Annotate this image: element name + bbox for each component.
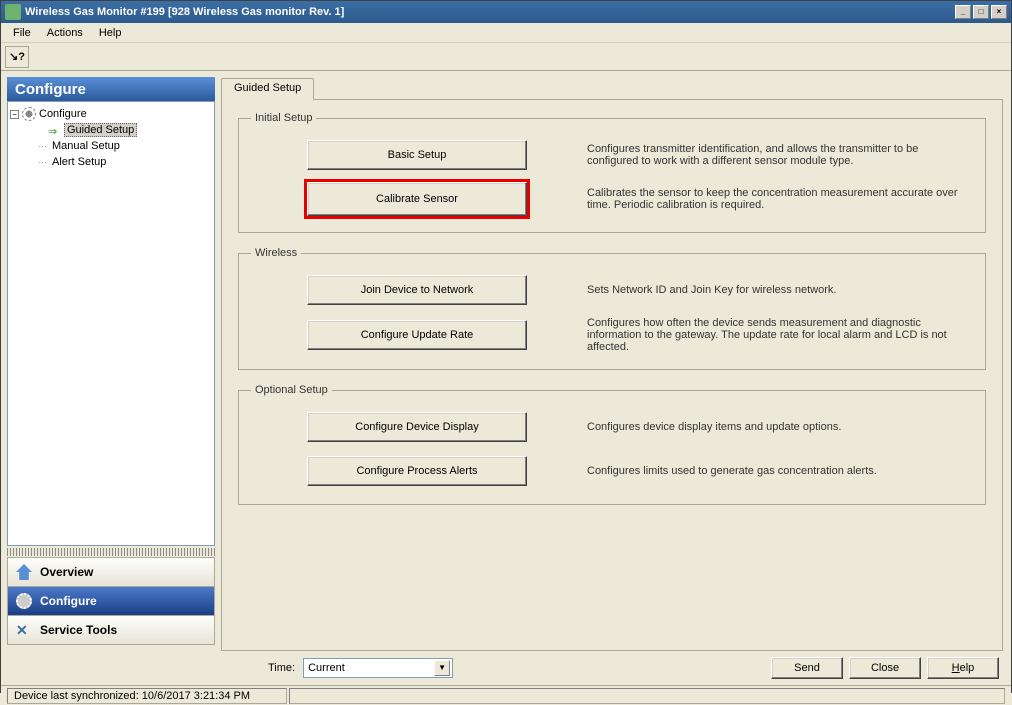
help-button[interactable]: Help: [927, 657, 999, 679]
status-bar: Device last synchronized: 10/6/2017 3:21…: [1, 685, 1011, 705]
close-window-button[interactable]: ×: [991, 5, 1007, 19]
basic-setup-description: Configures transmitter identification, a…: [587, 143, 973, 167]
tree-item-guided-setup[interactable]: Guided Setup: [36, 122, 212, 138]
splitter-grip[interactable]: [7, 548, 215, 556]
time-select[interactable]: Current ▼: [303, 658, 453, 678]
right-pane: Guided Setup Initial Setup Basic Setup C…: [221, 71, 1011, 651]
nav-label: Service Tools: [40, 623, 117, 637]
join-device-button[interactable]: Join Device to Network: [307, 275, 527, 305]
tree-item-manual-setup[interactable]: ⋯ Manual Setup: [36, 138, 212, 154]
nav-overview[interactable]: Overview: [7, 557, 215, 587]
group-initial-setup: Initial Setup Basic Setup Configures tra…: [238, 112, 986, 233]
menu-help[interactable]: Help: [91, 25, 130, 41]
configure-device-display-description: Configures device display items and upda…: [587, 421, 973, 433]
titlebar: Wireless Gas Monitor #199 [928 Wireless …: [1, 1, 1011, 23]
tree-item-label: Guided Setup: [64, 123, 137, 137]
tree-item-alert-setup[interactable]: ⋯ Alert Setup: [36, 154, 212, 170]
window-controls: _ □ ×: [955, 5, 1007, 19]
group-optional-setup: Optional Setup Configure Device Display …: [238, 384, 986, 505]
tab-panel-guided-setup: Initial Setup Basic Setup Configures tra…: [221, 99, 1003, 651]
configure-process-alerts-button[interactable]: Configure Process Alerts: [307, 456, 527, 486]
basic-setup-button[interactable]: Basic Setup: [307, 140, 527, 170]
arrow-right-icon: [48, 125, 62, 135]
minimize-button[interactable]: _: [955, 5, 971, 19]
left-pane-header: Configure: [7, 77, 215, 101]
time-select-value: Current: [308, 662, 345, 674]
group-wireless: Wireless Join Device to Network Sets Net…: [238, 247, 986, 370]
maximize-button[interactable]: □: [973, 5, 989, 19]
tools-icon: [16, 622, 32, 638]
home-icon: [16, 564, 32, 580]
close-button[interactable]: Close: [849, 657, 921, 679]
group-legend: Optional Setup: [251, 384, 332, 396]
menubar: File Actions Help: [1, 23, 1011, 43]
group-legend: Wireless: [251, 247, 301, 259]
context-help-button[interactable]: ↘?: [5, 46, 29, 68]
tree-collapse-icon[interactable]: −: [10, 110, 19, 119]
tree-view[interactable]: − Configure Guided Setup ⋯ Manual Setup …: [7, 101, 215, 546]
menu-actions[interactable]: Actions: [39, 25, 91, 41]
gear-icon: [16, 593, 32, 609]
tree-item-label: Manual Setup: [49, 139, 123, 153]
help-button-suffix: elp: [960, 662, 975, 674]
tree-connector-icon: ⋯: [38, 157, 46, 168]
nav-label: Overview: [40, 565, 93, 579]
calibrate-sensor-description: Calibrates the sensor to keep the concen…: [587, 187, 973, 211]
nav-service-tools[interactable]: Service Tools: [7, 615, 215, 645]
nav-label: Configure: [40, 594, 97, 608]
chevron-down-icon: ▼: [434, 660, 450, 676]
app-icon: [5, 4, 21, 20]
gear-icon: [22, 107, 36, 121]
configure-update-rate-button[interactable]: Configure Update Rate: [307, 320, 527, 350]
tree-connector-icon: ⋯: [38, 141, 46, 152]
tree-item-label: Alert Setup: [49, 155, 109, 169]
nav-configure[interactable]: Configure: [7, 586, 215, 616]
configure-process-alerts-description: Configures limits used to generate gas c…: [587, 465, 973, 477]
bottom-bar: Time: Current ▼ Send Close Help: [1, 651, 1011, 685]
arrow-help-icon: ↘?: [9, 50, 25, 63]
configure-update-rate-description: Configures how often the device sends me…: [587, 317, 973, 353]
menu-file[interactable]: File: [5, 25, 39, 41]
left-pane: Configure − Configure Guided Setup ⋯ Man…: [1, 71, 221, 651]
join-device-description: Sets Network ID and Join Key for wireles…: [587, 284, 973, 296]
send-button[interactable]: Send: [771, 657, 843, 679]
calibrate-sensor-button[interactable]: Calibrate Sensor: [307, 182, 527, 216]
time-label: Time:: [268, 662, 295, 674]
status-text: Device last synchronized: 10/6/2017 3:21…: [7, 688, 287, 704]
toolbar: ↘?: [1, 43, 1011, 71]
tree-root-label: Configure: [39, 108, 87, 120]
window-title: Wireless Gas Monitor #199 [928 Wireless …: [25, 6, 955, 18]
tab-guided-setup[interactable]: Guided Setup: [221, 78, 314, 100]
tree-root-configure[interactable]: − Configure: [10, 106, 212, 122]
group-legend: Initial Setup: [251, 112, 316, 124]
configure-device-display-button[interactable]: Configure Device Display: [307, 412, 527, 442]
status-spacer: [289, 688, 1005, 704]
